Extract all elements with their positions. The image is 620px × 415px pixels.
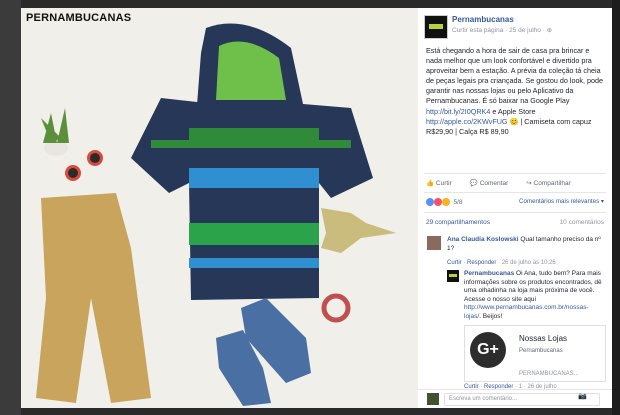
link-card-title: Nossas Lojas xyxy=(519,334,568,343)
post-text-part2: e Apple Store xyxy=(490,106,536,116)
camera-icon[interactable]: 📷 xyxy=(578,392,587,400)
share-label: Compartilhar xyxy=(533,180,571,187)
divider xyxy=(424,212,606,213)
write-comment-bar: Escreva um comentário... 📷 xyxy=(418,389,612,408)
comment-input[interactable]: Escreva um comentário... xyxy=(444,393,600,406)
comment-1-meta: Curtir · Responder · 26 de julho às 10:2… xyxy=(447,260,556,266)
comment-1: Ana Claudia Koslowski Qual tamanho preci… xyxy=(447,236,602,253)
comment-sort-dropdown[interactable]: Comentários mais relevantes ▾ xyxy=(519,198,604,205)
like-reaction-icon xyxy=(426,198,434,206)
brand-watermark: PERNAMBUCANAS xyxy=(26,12,132,24)
love-reaction-icon xyxy=(433,198,442,206)
shares-count[interactable]: 29 compartilhamentos xyxy=(426,219,490,226)
haha-reaction-icon xyxy=(441,198,450,206)
comment-2: Pernambucanas Oi Ana, tudo bem? Para mai… xyxy=(464,270,604,321)
share-button[interactable]: ↪ Compartilhar xyxy=(526,179,570,187)
comment-label: Comentar xyxy=(479,180,509,187)
comment-like-link[interactable]: Curtir xyxy=(447,260,462,266)
divider xyxy=(424,192,606,193)
action-bar: 👍 Curtir 💬 Comentar ↪ Compartilhar xyxy=(426,179,606,187)
link-card-domain: PERNAMBUCANAS... xyxy=(519,371,579,377)
like-label: Curtir xyxy=(435,180,452,187)
commenter-name[interactable]: Ana Claudia Koslowski xyxy=(447,236,519,243)
comment-reply-link[interactable]: Responder xyxy=(467,260,496,266)
product-photo-illustration xyxy=(21,8,418,408)
like-button[interactable]: 👍 Curtir xyxy=(426,179,452,187)
comment-button[interactable]: 💬 Comentar xyxy=(470,179,508,187)
google-plus-icon: G+ xyxy=(470,332,506,368)
reactions-count: 5/8 xyxy=(453,198,463,206)
comments-count[interactable]: 10 comentários xyxy=(560,219,604,226)
current-user-avatar xyxy=(427,393,439,405)
post-panel: Pernambucanas Curtir esta página · 25 de… xyxy=(418,8,612,408)
post-photo[interactable]: PERNAMBUCANAS xyxy=(21,8,418,408)
link-preview-card[interactable]: G+ Nossas Lojas Pernambucanas PERNAMBUCA… xyxy=(464,325,606,382)
google-play-link[interactable]: http://bit.ly/2I0QRK4 xyxy=(426,107,490,116)
divider xyxy=(424,173,606,174)
link-card-subtitle: Pernambucanas xyxy=(519,348,563,354)
commenter-avatar[interactable] xyxy=(427,236,441,250)
post-text: Está chegando a hora de sair de casa pra… xyxy=(426,46,604,137)
post-meta[interactable]: Curtir esta página · 25 de julho · ⊕ xyxy=(452,26,552,34)
right-background-strip xyxy=(612,0,620,415)
left-background-strip xyxy=(0,0,21,415)
comment-time: · 26 de julho às 10:26 xyxy=(496,260,556,266)
page-name-link[interactable]: Pernambucanas xyxy=(452,15,514,24)
page-avatar[interactable] xyxy=(424,15,448,39)
apple-store-link[interactable]: http://apple.co/2KWvFUG xyxy=(426,117,508,126)
page-reply-avatar[interactable] xyxy=(447,270,459,282)
reply-author-name[interactable]: Pernambucanas xyxy=(464,270,514,277)
post-text-part1: Está chegando a hora de sair de casa pra… xyxy=(426,46,604,106)
reply-text-end: . Beijos! xyxy=(479,312,503,320)
